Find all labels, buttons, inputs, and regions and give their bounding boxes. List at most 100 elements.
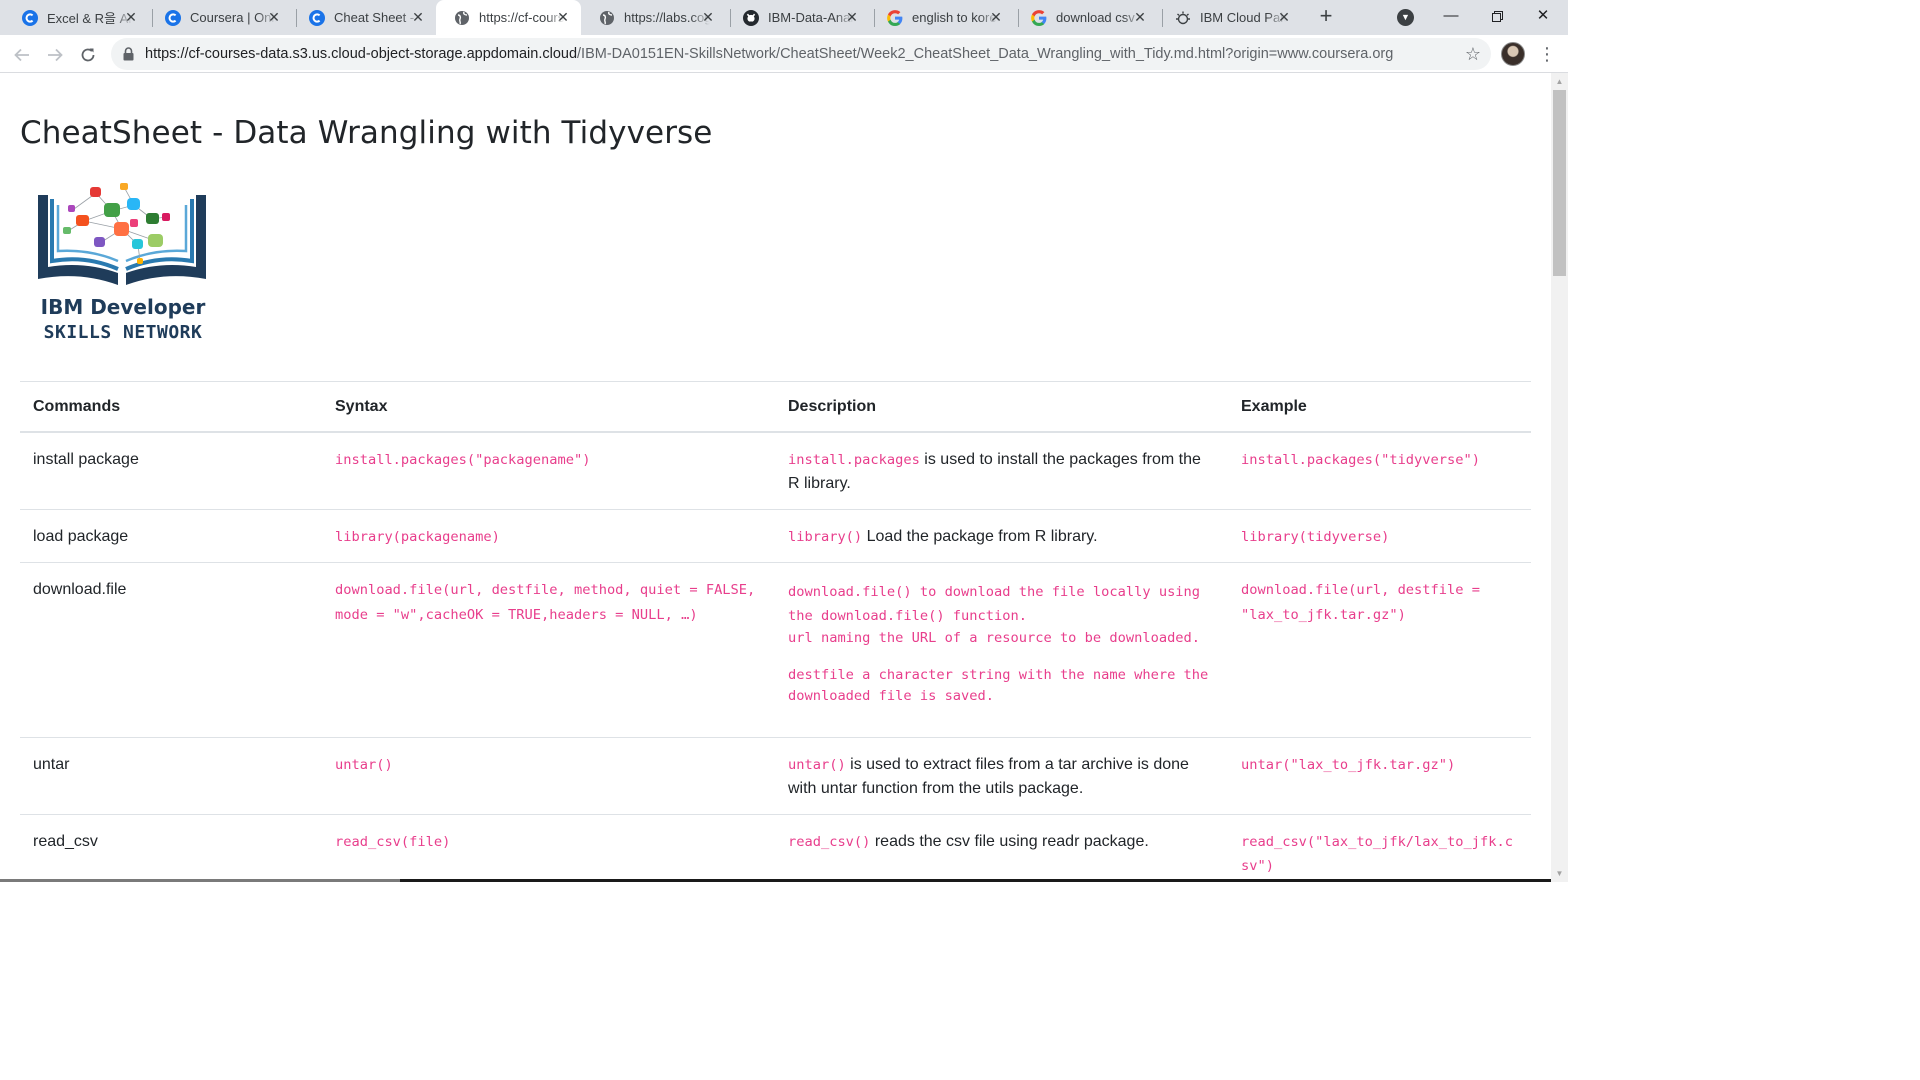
- example-cell: library(tidyverse): [1228, 509, 1531, 563]
- close-tab-icon[interactable]: ✕: [555, 9, 571, 25]
- ibm-skills-network-logo: IBM Developer SKILLS NETWORK: [34, 181, 226, 347]
- close-tab-icon[interactable]: ✕: [123, 9, 139, 25]
- vertical-scrollbar[interactable]: ▲ ▼: [1551, 73, 1568, 882]
- description-code: library(): [788, 529, 863, 545]
- ibm-cloud-icon: [1175, 10, 1191, 26]
- forward-button[interactable]: [40, 39, 70, 69]
- table-header-row: Commands Syntax Description Example: [20, 381, 1531, 433]
- coursera-icon: [309, 9, 325, 26]
- description-cell: read_csv() reads the csv file using read…: [775, 814, 1228, 882]
- description-line: url naming the URL of a resource to be d…: [788, 630, 1201, 646]
- url-host: https://cf-courses-data.s3.us.cloud-obje…: [145, 46, 578, 62]
- globe-icon: [454, 10, 470, 26]
- reload-icon: [81, 48, 95, 62]
- description-code: untar(): [788, 757, 846, 773]
- syntax-code: install.packages("packagename"): [335, 452, 591, 468]
- description-text: Load the package from R library.: [862, 528, 1098, 545]
- syntax-code: download.file(url, destfile, method, qui…: [335, 582, 756, 623]
- browser-tab-4-active[interactable]: https://cf-courses ✕: [436, 0, 581, 35]
- new-tab-button[interactable]: +: [1314, 5, 1338, 29]
- browser-tab-5[interactable]: https://labs.cognitiveclass ✕: [581, 0, 726, 35]
- book-network-logo-icon: [38, 183, 206, 285]
- close-tab-icon[interactable]: ✕: [844, 9, 860, 25]
- google-icon: [887, 9, 903, 26]
- table-row: load package library(packagename) librar…: [20, 509, 1531, 563]
- close-tab-icon[interactable]: ✕: [700, 9, 716, 25]
- command-cell: untar: [20, 737, 322, 815]
- logo-text-ibm-developer: IBM Developer: [40, 295, 206, 319]
- syntax-cell: read_csv(file): [322, 814, 775, 882]
- column-header-example: Example: [1228, 381, 1531, 433]
- description-cell: install.packages is used to install the …: [775, 431, 1228, 510]
- horizontal-scrollbar[interactable]: [0, 877, 1551, 882]
- description-cell: library() Load the package from R librar…: [775, 509, 1228, 563]
- description-code: read_csv(): [788, 834, 871, 850]
- syntax-code: untar(): [335, 757, 393, 773]
- browser-toolbar: https://cf-courses-data.s3.us.cloud-obje…: [0, 35, 1568, 73]
- example-code: install.packages("tidyverse"): [1241, 452, 1480, 468]
- description-text: reads the csv file using readr package.: [870, 833, 1149, 850]
- bookmark-star-icon[interactable]: ☆: [1465, 44, 1481, 64]
- close-tab-icon[interactable]: ✕: [410, 9, 426, 25]
- globe-icon: [599, 10, 615, 26]
- close-window-button[interactable]: ✕: [1520, 0, 1566, 32]
- scroll-up-arrow-icon[interactable]: ▲: [1551, 73, 1568, 90]
- address-bar[interactable]: https://cf-courses-data.s3.us.cloud-obje…: [111, 38, 1491, 70]
- back-button[interactable]: [7, 39, 37, 69]
- google-icon: [1031, 9, 1047, 26]
- forward-arrow-icon: [48, 49, 63, 62]
- reload-button[interactable]: [73, 39, 103, 69]
- github-icon: [743, 9, 759, 26]
- browser-tab-7[interactable]: english to korean ✕: [869, 0, 1014, 35]
- minimize-button[interactable]: —: [1428, 0, 1474, 32]
- browser-tab-6[interactable]: IBM-Data-Analyst ✕: [725, 0, 870, 35]
- tab-title: https://cf-courses: [479, 10, 565, 25]
- tab-search-icon[interactable]: ▼: [1397, 9, 1414, 26]
- page-title: CheatSheet - Data Wrangling with Tidyver…: [20, 115, 713, 151]
- description-codeblock: download.file() to download the file loc…: [788, 580, 1216, 707]
- command-cell: read_csv: [20, 814, 322, 882]
- restore-button[interactable]: [1474, 0, 1520, 32]
- table-row: untar untar() untar() is used to extract…: [20, 737, 1531, 815]
- tab-title: IBM-Data-Analyst: [768, 10, 854, 25]
- syntax-code: read_csv(file): [335, 834, 451, 850]
- profile-avatar[interactable]: [1501, 42, 1525, 66]
- vertical-scrollbar-thumb[interactable]: [1553, 90, 1566, 276]
- tab-title: Coursera | Online: [190, 10, 276, 25]
- tab-title: download csv: [1056, 10, 1135, 25]
- browser-tab-1[interactable]: Excel & R을 Analysis ✕: [4, 0, 149, 35]
- example-cell: read_csv("lax_to_jfk/lax_to_jfk.csv"): [1228, 814, 1531, 882]
- description-line: destfile a character string with the nam…: [788, 667, 1209, 704]
- browser-menu-icon[interactable]: ⋮: [1537, 39, 1557, 69]
- syntax-cell: install.packages("packagename"): [322, 431, 775, 510]
- close-tab-icon[interactable]: ✕: [1276, 9, 1292, 25]
- column-header-syntax: Syntax: [322, 381, 775, 433]
- url-text: https://cf-courses-data.s3.us.cloud-obje…: [145, 38, 1393, 70]
- example-cell: untar("lax_to_jfk.tar.gz"): [1228, 737, 1531, 815]
- description-code: install.packages: [788, 452, 920, 468]
- close-tab-icon[interactable]: ✕: [1132, 9, 1148, 25]
- browser-tab-2[interactable]: Coursera | Online ✕: [147, 0, 292, 35]
- description-cell: download.file() to download the file loc…: [775, 562, 1228, 738]
- command-cell: download.file: [20, 562, 322, 738]
- tab-strip: Excel & R을 Analysis ✕ Coursera | Online …: [0, 0, 1568, 35]
- tab-title: Excel & R을 Analysis: [47, 11, 133, 26]
- coursera-icon: [165, 9, 181, 26]
- table-row: download.file download.file(url, destfil…: [20, 562, 1531, 738]
- horizontal-scrollbar-thumb[interactable]: [0, 879, 400, 882]
- browser-tab-9[interactable]: IBM Cloud Pak ✕: [1157, 0, 1302, 35]
- example-cell: download.file(url, destfile = "lax_to_jf…: [1228, 562, 1531, 738]
- logo-text-skills-network: SKILLS NETWORK: [43, 322, 203, 343]
- table-row: install package install.packages("packag…: [20, 431, 1531, 510]
- browser-tab-8[interactable]: download csv ✕: [1013, 0, 1158, 35]
- coursera-icon: [22, 9, 38, 26]
- tab-title: english to korean: [912, 10, 998, 25]
- close-tab-icon[interactable]: ✕: [988, 9, 1004, 25]
- description-line: download.file() to download the file loc…: [788, 584, 1201, 624]
- tab-title: https://labs.cognitiveclass: [624, 10, 710, 25]
- lock-icon: [123, 47, 134, 61]
- close-tab-icon[interactable]: ✕: [266, 9, 282, 25]
- example-cell: install.packages("tidyverse"): [1228, 431, 1531, 510]
- scroll-down-arrow-icon[interactable]: ▼: [1551, 865, 1568, 882]
- browser-tab-3[interactable]: Cheat Sheet - Data ✕: [291, 0, 436, 35]
